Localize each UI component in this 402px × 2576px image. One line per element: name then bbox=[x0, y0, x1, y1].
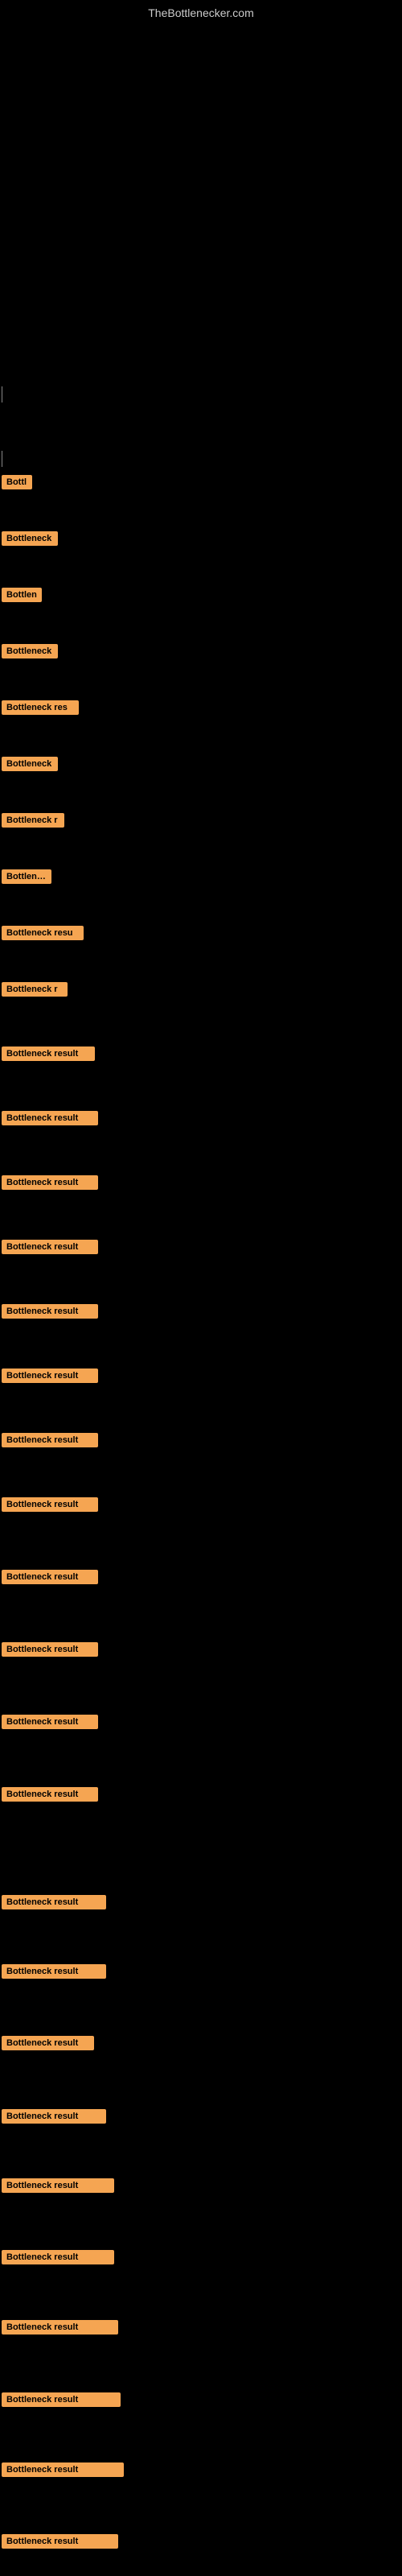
bottleneck-result-badge[interactable]: Bottleneck result bbox=[2, 1895, 106, 1909]
bottleneck-result-badge[interactable]: Bottleneck resu bbox=[2, 926, 84, 940]
bottleneck-result-badge[interactable]: Bottleneck result bbox=[2, 2392, 121, 2407]
bottleneck-result-badge[interactable]: Bottleneck bbox=[2, 757, 58, 771]
bottleneck-result-badge[interactable]: Bottleneck bbox=[2, 644, 58, 658]
bottleneck-result-badge[interactable]: Bottleneck result bbox=[2, 2109, 106, 2124]
bottleneck-result-badge[interactable]: Bottleneck r bbox=[2, 982, 68, 997]
bottleneck-result-badge[interactable]: Bottleneck result bbox=[2, 1433, 98, 1447]
bottleneck-result-badge[interactable]: Bottleneck result bbox=[2, 1497, 98, 1512]
bottleneck-result-badge[interactable]: Bottleneck r bbox=[2, 813, 64, 828]
bottleneck-result-badge[interactable]: Bottleneck result bbox=[2, 2534, 118, 2549]
bottleneck-result-badge[interactable]: Bottlenec bbox=[2, 869, 51, 884]
bottleneck-result-badge[interactable]: Bottleneck result bbox=[2, 1715, 98, 1729]
bottleneck-result-badge[interactable]: Bottleneck result bbox=[2, 1175, 98, 1190]
bottleneck-result-badge[interactable]: Bottleneck result bbox=[2, 1787, 98, 1802]
bottleneck-result-badge[interactable]: Bottleneck result bbox=[2, 1368, 98, 1383]
bottleneck-result-badge[interactable]: Bottleneck result bbox=[2, 2036, 94, 2050]
bottleneck-result-badge[interactable]: Bottleneck result bbox=[2, 1240, 98, 1254]
bottleneck-result-badge[interactable]: Bottleneck result bbox=[2, 1046, 95, 1061]
bottleneck-result-badge[interactable]: Bottleneck result bbox=[2, 2462, 124, 2477]
bottleneck-result-badge[interactable]: Bottl bbox=[2, 475, 32, 489]
bottleneck-result-badge[interactable]: Bottleneck result bbox=[2, 1642, 98, 1657]
bottleneck-result-badge[interactable]: Bottleneck res bbox=[2, 700, 79, 715]
bottleneck-result-badge[interactable]: Bottleneck result bbox=[2, 2178, 114, 2193]
site-title: TheBottlenecker.com bbox=[148, 6, 254, 19]
bottleneck-result-badge[interactable]: Bottlen bbox=[2, 588, 42, 602]
bottleneck-result-badge[interactable]: Bottleneck result bbox=[2, 2320, 118, 2334]
bottleneck-result-badge[interactable]: Bottleneck result bbox=[2, 2250, 114, 2264]
bottleneck-result-badge[interactable]: Bottleneck result bbox=[2, 1111, 98, 1125]
bottleneck-result-badge[interactable]: Bottleneck result bbox=[2, 1964, 106, 1979]
bottleneck-result-badge[interactable]: Bottleneck result bbox=[2, 1570, 98, 1584]
bottleneck-result-badge[interactable]: Bottleneck result bbox=[2, 1304, 98, 1319]
bottleneck-result-badge[interactable]: Bottleneck bbox=[2, 531, 58, 546]
